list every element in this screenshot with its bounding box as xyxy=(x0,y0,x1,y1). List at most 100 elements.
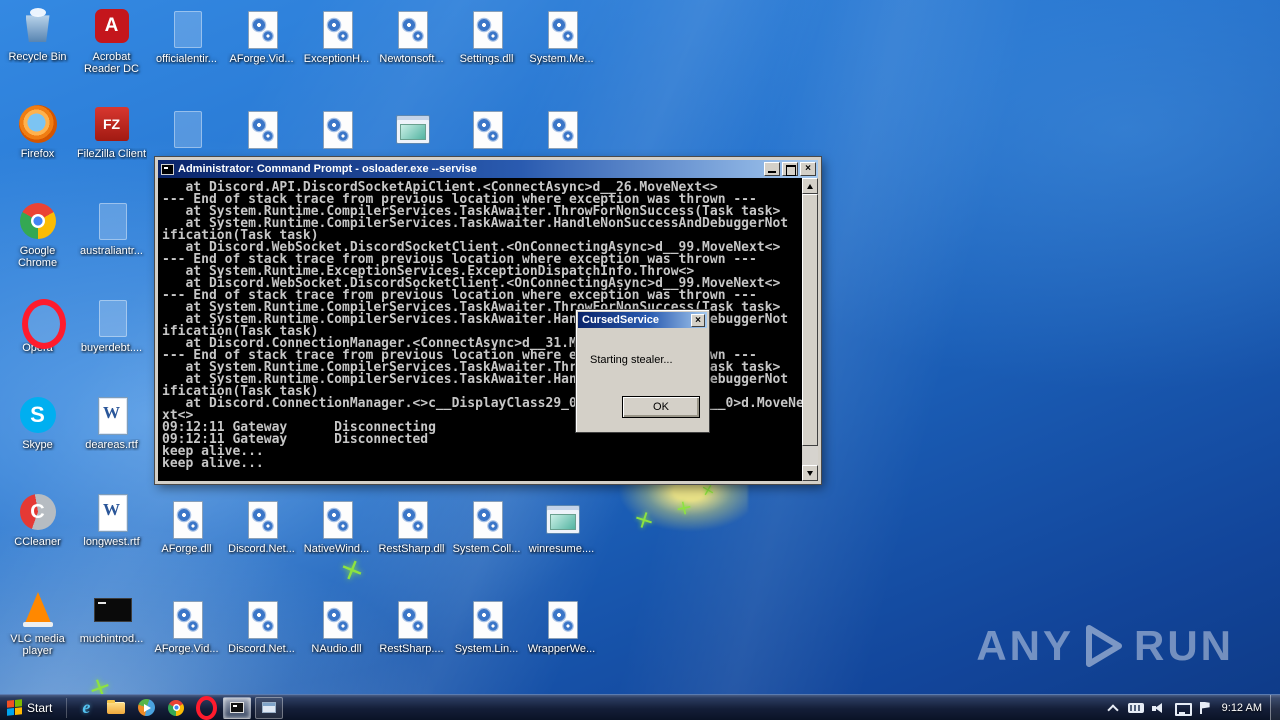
dll-gear-icon xyxy=(390,8,433,50)
desktop-icon-label: officialentir... xyxy=(156,53,217,65)
desktop-icon[interactable]: Discord.Net... xyxy=(224,592,299,689)
desktop-icon-row-third: AForge.dll Discord.Net... NativeWind... … xyxy=(149,492,599,589)
dll-gear-icon xyxy=(465,108,508,150)
desktop-icon[interactable]: deareas.rtf xyxy=(74,388,149,485)
desktop-icon[interactable]: ExceptionH... xyxy=(299,2,374,99)
desktop-icon-label: Firefox xyxy=(20,148,55,160)
dialog-close-button[interactable]: × xyxy=(691,313,705,327)
scroll-up-button[interactable] xyxy=(802,178,818,194)
desktop-icon[interactable]: Settings.dll xyxy=(449,2,524,99)
desktop-icon-label: AForge.dll xyxy=(161,543,212,555)
anyrun-watermark: ANY RUN xyxy=(976,622,1234,670)
recycle-bin-icon xyxy=(17,6,59,48)
desktop-icon[interactable]: officialentir... xyxy=(149,2,224,99)
desktop-icon[interactable]: AForge.dll xyxy=(149,492,224,589)
start-label: Start xyxy=(27,700,53,715)
desktop-icon[interactable]: RestSharp.... xyxy=(374,592,449,689)
dll-gear-icon xyxy=(165,598,208,640)
desktop-icon[interactable]: WrapperWe... xyxy=(524,592,599,689)
desktop-icon-label: NAudio.dll xyxy=(311,643,362,655)
faint-icon xyxy=(166,108,208,150)
desktop-icon[interactable]: FileZilla Client xyxy=(74,97,149,194)
action-flag-icon[interactable] xyxy=(1196,699,1214,717)
cursed-service-dialog[interactable]: CursedService × Starting stealer... OK xyxy=(576,310,709,432)
desktop-icon[interactable]: Recycle Bin xyxy=(0,0,75,97)
desktop-icon-label: australiantr... xyxy=(80,245,143,257)
chrome-small-icon[interactable] xyxy=(161,696,191,720)
desktop-icon[interactable]: AForge.Vid... xyxy=(224,2,299,99)
desktop-icon[interactable]: NAudio.dll xyxy=(299,592,374,689)
dll-gear-icon xyxy=(315,8,358,50)
desktop-icon[interactable]: System.Me... xyxy=(524,2,599,99)
dll-gear-icon xyxy=(240,8,283,50)
command-prompt-icon xyxy=(230,702,245,713)
desktop-icon[interactable]: australiantr... xyxy=(74,194,149,291)
desktop-icon-label: deareas.rtf xyxy=(85,439,138,451)
desktop-icon[interactable]: NativeWind... xyxy=(299,492,374,589)
scroll-down-button[interactable] xyxy=(802,465,818,481)
system-tray xyxy=(1104,699,1218,717)
desktop-icon[interactable]: Acrobat Reader DC xyxy=(74,0,149,97)
dll-gear-icon xyxy=(315,598,358,640)
desktop-icon-label: System.Coll... xyxy=(452,543,521,555)
desktop-icon[interactable]: System.Lin... xyxy=(449,592,524,689)
volume-icon[interactable] xyxy=(1150,699,1168,717)
desktop-icon-label: System.Lin... xyxy=(454,643,519,655)
desktop-icon[interactable]: RestSharp.dll xyxy=(374,492,449,589)
start-button[interactable]: Start xyxy=(0,695,62,720)
dll-gear-icon xyxy=(240,108,283,150)
desktop: Recycle Bin Firefox Google Chrome Opera … xyxy=(0,0,1280,720)
desktop-icon[interactable]: Firefox xyxy=(0,97,75,194)
desktop-icon-label: System.Me... xyxy=(529,53,594,65)
desktop-icon-label: Settings.dll xyxy=(459,53,514,65)
faint-icon xyxy=(91,200,133,242)
desktop-icon[interactable]: Google Chrome xyxy=(0,194,75,291)
window-app-icon xyxy=(541,498,583,540)
desktop-icon[interactable]: Skype xyxy=(0,388,75,485)
show-desktop-button[interactable] xyxy=(1270,694,1280,720)
desktop-icon[interactable]: Discord.Net... xyxy=(224,492,299,589)
dll-gear-icon xyxy=(165,498,208,540)
minimize-button[interactable] xyxy=(764,162,780,176)
close-button[interactable]: × xyxy=(800,162,816,176)
dll-gear-icon xyxy=(315,498,358,540)
desktop-icon[interactable]: buyerdebt.... xyxy=(74,291,149,388)
faint-icon xyxy=(166,8,208,50)
dialog-title-bar[interactable]: CursedService × xyxy=(578,312,707,328)
network-icon[interactable] xyxy=(1173,699,1192,717)
ok-button[interactable]: OK xyxy=(622,396,700,418)
taskbar-task-button[interactable] xyxy=(255,696,284,719)
desktop-icon[interactable]: System.Coll... xyxy=(449,492,524,589)
desktop-icon[interactable]: AForge.Vid... xyxy=(149,592,224,689)
windows-explorer-icon[interactable] xyxy=(101,696,131,720)
media-player-icon[interactable] xyxy=(131,696,161,720)
keyboard-icon[interactable] xyxy=(1127,699,1145,717)
opera-small-icon[interactable] xyxy=(191,695,221,720)
command-prompt-window[interactable]: Administrator: Command Prompt - osloader… xyxy=(155,157,821,484)
console-line: keep alive... xyxy=(162,456,264,471)
desktop-icon[interactable]: longwest.rtf xyxy=(74,485,149,582)
maximize-button[interactable] xyxy=(782,162,798,176)
internet-explorer-icon[interactable] xyxy=(71,696,101,720)
clock[interactable]: 9:12 AM xyxy=(1218,702,1270,714)
scroll-thumb[interactable] xyxy=(802,194,818,446)
desktop-icon[interactable]: Newtonsoft... xyxy=(374,2,449,99)
faint-icon xyxy=(91,297,133,339)
desktop-icon-label: Newtonsoft... xyxy=(379,53,444,65)
desktop-icon[interactable]: VLC media player xyxy=(0,582,75,679)
chevron-up-icon[interactable] xyxy=(1104,699,1122,717)
dll-gear-icon xyxy=(240,498,283,540)
window-title-bar[interactable]: Administrator: Command Prompt - osloader… xyxy=(158,160,818,178)
desktop-icon[interactable]: winresume.... xyxy=(524,492,599,589)
vertical-scrollbar[interactable] xyxy=(802,178,818,481)
taskbar-task-button[interactable] xyxy=(223,696,252,719)
desktop-icon[interactable]: muchintrod... xyxy=(74,582,149,679)
desktop-icon[interactable]: Opera xyxy=(0,291,75,388)
dll-gear-icon xyxy=(465,598,508,640)
desktop-icon-label: muchintrod... xyxy=(79,633,144,645)
desktop-icon[interactable]: CCleaner xyxy=(0,485,75,582)
skype-icon xyxy=(17,394,59,436)
cursed-service-dialog-icon xyxy=(262,702,277,713)
task-buttons xyxy=(221,696,285,719)
desktop-icon-label: RestSharp.... xyxy=(379,643,444,655)
